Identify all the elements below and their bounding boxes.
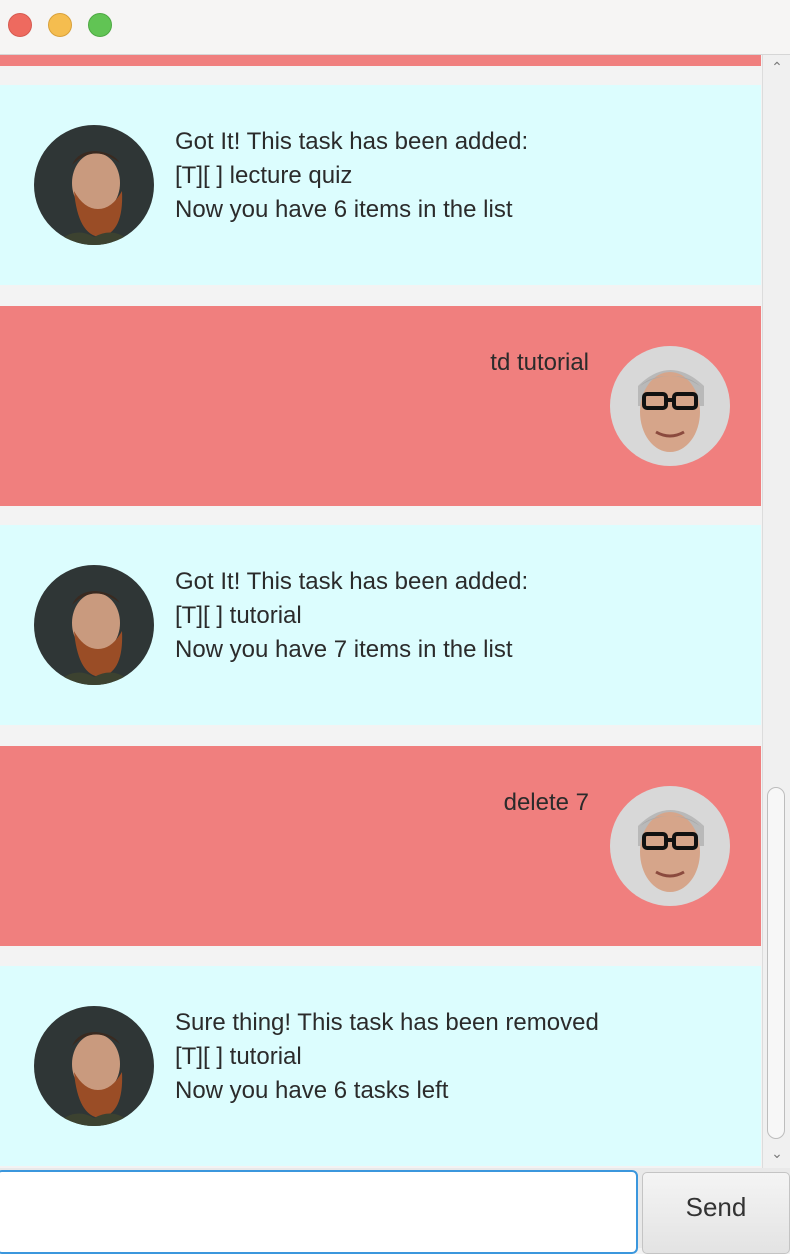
dialog-box-user: td tutorial (0, 306, 761, 506)
dialog-box-partial (0, 55, 761, 66)
vertical-scrollbar[interactable]: ⌃ ⌄ (762, 55, 790, 1168)
window-titlebar (0, 0, 790, 55)
dialog-text: Got It! This task has been added: [T][ ]… (175, 568, 529, 663)
bearded-man-avatar (34, 565, 154, 685)
chat-input[interactable] (0, 1170, 638, 1254)
maximize-window-button[interactable] (88, 13, 112, 37)
dialog-text: Sure thing! This task has been removed [… (175, 1009, 599, 1104)
scroll-down-icon[interactable]: ⌄ (769, 1146, 785, 1160)
dialog-box-bot: Got It! This task has been added: [T][ ]… (0, 85, 761, 285)
dialog-text: td tutorial (490, 349, 589, 376)
dialog-box-user: delete 7 (0, 746, 761, 946)
scroll-up-icon[interactable]: ⌃ (769, 60, 785, 74)
dialog-text: Got It! This task has been added: [T][ ]… (175, 128, 529, 223)
scroll-thumb[interactable] (767, 787, 785, 1139)
bearded-man-avatar (34, 125, 154, 245)
glasses-man-avatar (610, 786, 730, 906)
close-window-button[interactable] (8, 13, 32, 37)
dialog-box-bot: Sure thing! This task has been removed [… (0, 966, 761, 1166)
input-bar: Send (0, 1168, 790, 1254)
dialog-container[interactable]: Got It! This task has been added: [T][ ]… (0, 55, 762, 1168)
minimize-window-button[interactable] (48, 13, 72, 37)
dialog-box-bot: Got It! This task has been added: [T][ ]… (0, 525, 761, 725)
glasses-man-avatar (610, 346, 730, 466)
dialog-text: delete 7 (503, 789, 589, 816)
send-button[interactable]: Send (642, 1172, 790, 1254)
bearded-man-avatar (34, 1006, 154, 1126)
